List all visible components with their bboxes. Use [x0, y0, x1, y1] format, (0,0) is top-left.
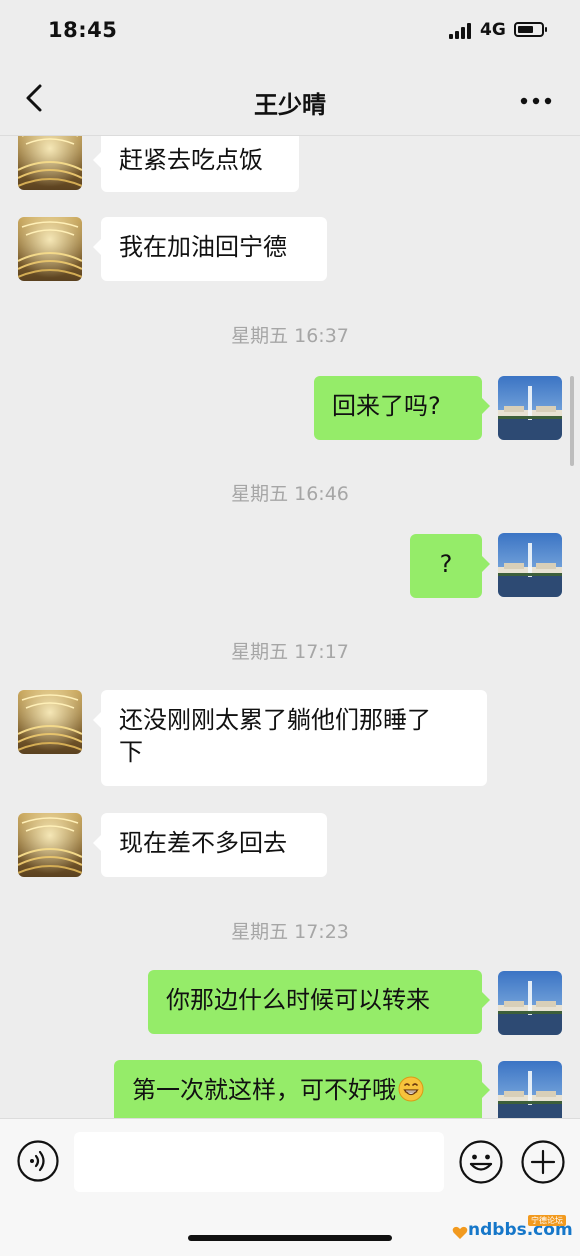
emoji-button[interactable] — [458, 1139, 504, 1185]
chat-title: 王少晴 — [254, 91, 326, 119]
more-options-button[interactable] — [514, 82, 558, 118]
status-bar: 18:45 4G — [0, 0, 580, 60]
signal-icon — [449, 23, 475, 39]
message-text: 回来了吗? — [332, 392, 441, 420]
my-avatar[interactable] — [498, 971, 562, 1035]
scrollbar-thumb[interactable] — [570, 376, 574, 466]
my-avatar[interactable] — [498, 1061, 562, 1118]
site-watermark: ndbbs.com 宁德论坛 — [452, 1215, 573, 1252]
heart-logo-icon — [452, 1226, 468, 1239]
message-text: 现在差不多回去 — [119, 829, 287, 857]
message-bubble-received[interactable]: 赶紧去吃点饭 — [93, 136, 299, 192]
contact-avatar[interactable] — [18, 813, 82, 877]
message-bubble-received[interactable]: 我在加油回宁德 — [93, 217, 327, 281]
message-text-line: 下 — [119, 738, 143, 766]
contact-avatar[interactable] — [18, 690, 82, 754]
chat-header: 王少晴 — [0, 60, 580, 136]
message-bubble-sent[interactable]: 你那边什么时候可以转来 — [148, 970, 490, 1034]
grinning-emoji-icon — [398, 1076, 424, 1102]
message-bubble-sent[interactable]: 回来了吗? — [314, 376, 490, 440]
message-text: 第一次就这样，可不好哦 — [132, 1076, 396, 1104]
message-text: 你那边什么时候可以转来 — [166, 986, 430, 1014]
home-indicator[interactable] — [188, 1235, 392, 1241]
more-dots-icon — [520, 97, 552, 105]
contact-avatar[interactable] — [18, 217, 82, 281]
message-timestamp: 星期五 16:46 — [231, 483, 349, 505]
message-timestamp: 星期五 17:23 — [231, 921, 349, 943]
message-timestamp: 星期五 16:37 — [231, 325, 349, 347]
message-bubble-sent[interactable]: ? — [410, 534, 490, 598]
voice-button[interactable] — [16, 1139, 60, 1183]
message-text: 赶紧去吃点饭 — [119, 146, 263, 174]
message-list[interactable]: 赶紧去吃点饭 我在加油回宁德 星期五 16:37 回来了吗? 星期五 16:46… — [0, 136, 580, 1118]
message-timestamp: 星期五 17:17 — [231, 641, 349, 663]
plus-icon — [521, 1140, 565, 1184]
status-time: 18:45 — [48, 18, 118, 42]
message-bubble-received[interactable]: 还没刚刚太累了躺他们那睡了 下 — [93, 690, 487, 786]
watermark-badge: 宁德论坛 — [528, 1215, 566, 1226]
message-input[interactable] — [74, 1132, 444, 1192]
my-avatar[interactable] — [498, 376, 562, 440]
message-bubble-received[interactable]: 现在差不多回去 — [93, 813, 327, 877]
message-bubble-sent[interactable]: 第一次就这样，可不好哦 — [114, 1060, 490, 1118]
more-functions-button[interactable] — [520, 1139, 566, 1185]
smiley-icon — [459, 1140, 503, 1184]
message-text: ? — [439, 550, 453, 578]
network-type: 4G — [480, 20, 506, 40]
battery-icon — [514, 22, 547, 37]
voice-icon — [17, 1140, 59, 1182]
my-avatar[interactable] — [498, 533, 562, 597]
message-text-line: 还没刚刚太累了躺他们那睡了 — [119, 706, 431, 734]
contact-avatar[interactable] — [18, 136, 82, 190]
message-text: 我在加油回宁德 — [119, 233, 287, 261]
